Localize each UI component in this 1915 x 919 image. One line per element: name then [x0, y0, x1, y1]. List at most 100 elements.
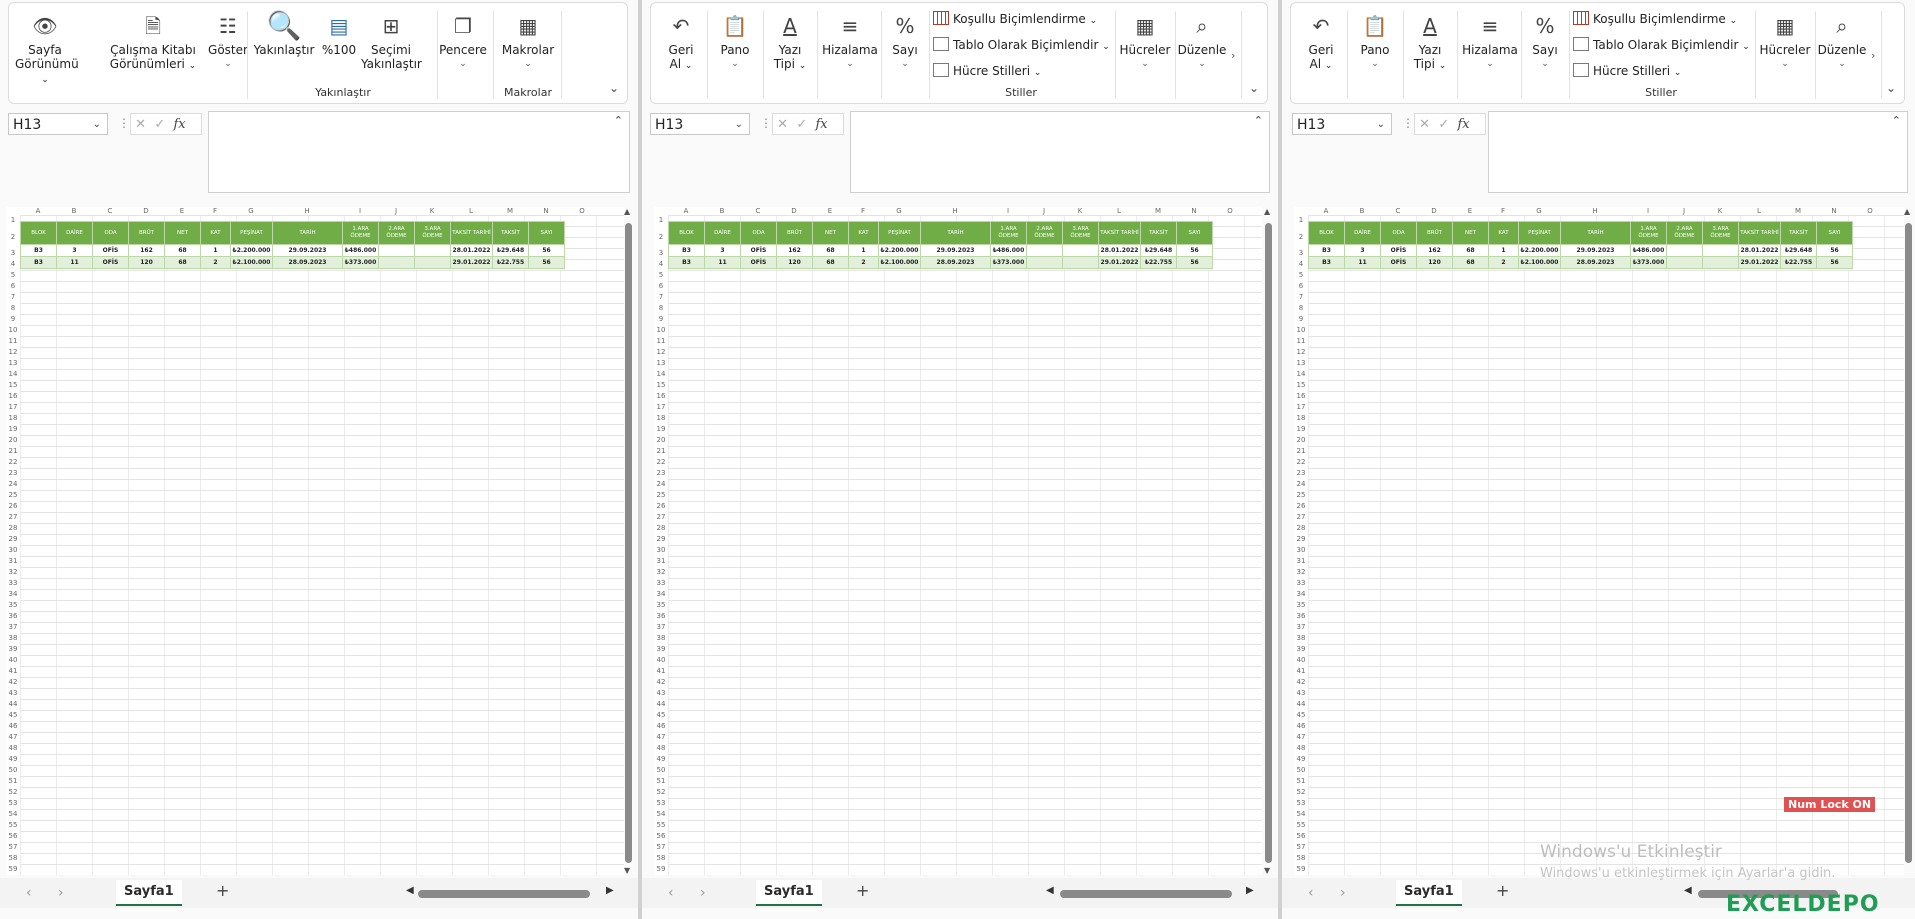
geri-al-button[interactable]: ↶ Geri Al ⌄ — [657, 13, 705, 73]
row-header[interactable]: 38 — [6, 633, 20, 644]
table-header-cell[interactable]: KAT — [200, 221, 231, 245]
row-header[interactable]: 12 — [1294, 347, 1308, 358]
table-cell[interactable]: 28.09.2023 — [1560, 256, 1631, 269]
row-header[interactable]: 11 — [1294, 336, 1308, 347]
row-header[interactable]: 35 — [6, 600, 20, 611]
geri-al-button[interactable]: ↶ Geri Al ⌄ — [1297, 13, 1345, 73]
row-header[interactable]: 59 — [1294, 864, 1308, 875]
table-cell[interactable]: B3 — [20, 256, 57, 269]
table-header-cell[interactable]: TAKSİT TARİHİ — [1098, 221, 1141, 245]
pencere-button[interactable]: ❐ Pencere ⌄ — [433, 13, 493, 71]
table-header-cell[interactable]: 3.ARA ÖDEME — [1702, 221, 1739, 245]
worksheet-grid[interactable]: ABCDEFGHIJKLMNO 1 2 3 4 5 6 7 8 9 10 11 12 13 14 15 16 1… — [1294, 207, 1904, 875]
table-cell[interactable]: ₺2.200.000 — [230, 244, 273, 257]
row-header[interactable]: 15 — [6, 380, 20, 391]
row-header[interactable]: 45 — [6, 710, 20, 721]
row-header[interactable]: 29 — [6, 534, 20, 545]
column-header[interactable]: G — [230, 207, 272, 215]
row-header[interactable]: 6 — [654, 281, 668, 292]
row-header[interactable]: 1 — [1294, 215, 1308, 226]
formula-bar[interactable]: ⌃ — [208, 111, 630, 193]
table-header-cell[interactable]: PEŞİNAT — [878, 221, 921, 245]
row-header[interactable]: 12 — [654, 347, 668, 358]
row-header[interactable]: 56 — [654, 831, 668, 842]
column-header[interactable]: N — [528, 207, 564, 215]
table-cell[interactable] — [1702, 256, 1739, 269]
table-cell[interactable]: 68 — [164, 256, 201, 269]
table-cell[interactable]: 3 — [56, 244, 93, 257]
table-cell[interactable]: ₺373.000 — [990, 256, 1027, 269]
row-header[interactable]: 6 — [1294, 281, 1308, 292]
table-cell[interactable]: ₺373.000 — [342, 256, 379, 269]
table-cell[interactable]: 56 — [528, 256, 565, 269]
table-cell[interactable] — [1026, 244, 1063, 257]
table-cell[interactable]: ₺22.755 — [492, 256, 529, 269]
row-header[interactable]: 40 — [654, 655, 668, 666]
row-header[interactable]: 41 — [1294, 666, 1308, 677]
chevron-down-icon[interactable]: ⌄ — [1377, 114, 1385, 136]
row-header[interactable]: 34 — [6, 589, 20, 600]
column-header[interactable]: A — [1308, 207, 1344, 215]
row-header[interactable]: 24 — [1294, 479, 1308, 490]
hucreler-button[interactable]: ▦ Hücreler ⌄ — [1757, 13, 1813, 71]
table-cell[interactable]: 28.01.2022 — [1738, 244, 1781, 257]
row-header[interactable]: 10 — [6, 325, 20, 336]
sayfa-gorunumu-button[interactable]: 👁 Sayfa Görünümü ⌄ — [15, 13, 79, 87]
table-cell[interactable]: ₺29.648 — [1140, 244, 1177, 257]
scroll-thumb[interactable] — [1905, 223, 1912, 863]
scroll-left-icon[interactable]: ◀ — [406, 885, 414, 896]
row-header[interactable]: 5 — [654, 270, 668, 281]
table-cell[interactable]: ₺2.200.000 — [878, 244, 921, 257]
row-header[interactable]: 32 — [1294, 567, 1308, 578]
row-header[interactable]: 1 — [654, 215, 668, 226]
table-header-cell[interactable]: 3.ARA ÖDEME — [414, 221, 451, 245]
row-header[interactable]: 30 — [654, 545, 668, 556]
enter-icon[interactable]: ✓ — [154, 117, 165, 132]
table-cell[interactable] — [1062, 256, 1099, 269]
scroll-thumb[interactable] — [625, 223, 632, 863]
column-header[interactable]: L — [1098, 207, 1140, 215]
table-cell[interactable]: 56 — [1816, 244, 1853, 257]
table-header-cell[interactable]: TAKSİT — [1780, 221, 1817, 245]
next-sheet-icon[interactable]: › — [1340, 885, 1346, 901]
sayi-button[interactable]: % Sayı ⌄ — [1523, 13, 1567, 71]
row-header[interactable]: 13 — [6, 358, 20, 369]
row-header[interactable]: 53 — [1294, 798, 1308, 809]
row-header[interactable]: 1 — [6, 215, 20, 226]
table-header-cell[interactable]: 2.ARA ÖDEME — [1666, 221, 1703, 245]
row-header[interactable]: 14 — [6, 369, 20, 380]
table-header-cell[interactable]: KAT — [1488, 221, 1519, 245]
column-header[interactable]: G — [1518, 207, 1560, 215]
column-header[interactable]: B — [1344, 207, 1380, 215]
table-header-cell[interactable]: NET — [164, 221, 201, 245]
table-header-cell[interactable]: BRÜT — [776, 221, 813, 245]
row-header[interactable]: 53 — [654, 798, 668, 809]
next-sheet-icon[interactable]: › — [700, 885, 706, 901]
row-header[interactable]: 17 — [1294, 402, 1308, 413]
column-header[interactable]: L — [450, 207, 492, 215]
row-header[interactable]: 28 — [1294, 523, 1308, 534]
row-header[interactable]: 51 — [1294, 776, 1308, 787]
table-cell[interactable]: ₺2.100.000 — [230, 256, 273, 269]
row-header[interactable]: 45 — [654, 710, 668, 721]
column-header[interactable]: J — [1026, 207, 1062, 215]
scroll-up-icon[interactable]: ▲ — [1264, 207, 1270, 216]
row-header[interactable]: 22 — [1294, 457, 1308, 468]
table-header-cell[interactable]: 3.ARA ÖDEME — [1062, 221, 1099, 245]
hucreler-button[interactable]: ▦ Hücreler ⌄ — [1117, 13, 1173, 71]
column-header[interactable]: D — [1416, 207, 1452, 215]
column-header[interactable]: O — [1852, 207, 1888, 215]
insert-function-icon[interactable]: fx — [173, 117, 185, 132]
row-header[interactable]: 46 — [654, 721, 668, 732]
collapse-ribbon-icon[interactable]: ⌄ — [609, 81, 619, 95]
scroll-left-icon[interactable]: ◀ — [1046, 885, 1054, 896]
row-header[interactable]: 20 — [654, 435, 668, 446]
row-header[interactable]: 56 — [6, 831, 20, 842]
table-cell[interactable]: 68 — [1452, 256, 1489, 269]
table-cell[interactable]: 120 — [1416, 256, 1453, 269]
prev-sheet-icon[interactable]: ‹ — [26, 885, 32, 901]
table-cell[interactable]: 2 — [1488, 256, 1519, 269]
column-header[interactable]: E — [1452, 207, 1488, 215]
row-header[interactable]: 4 — [6, 259, 20, 270]
row-header[interactable]: 51 — [654, 776, 668, 787]
